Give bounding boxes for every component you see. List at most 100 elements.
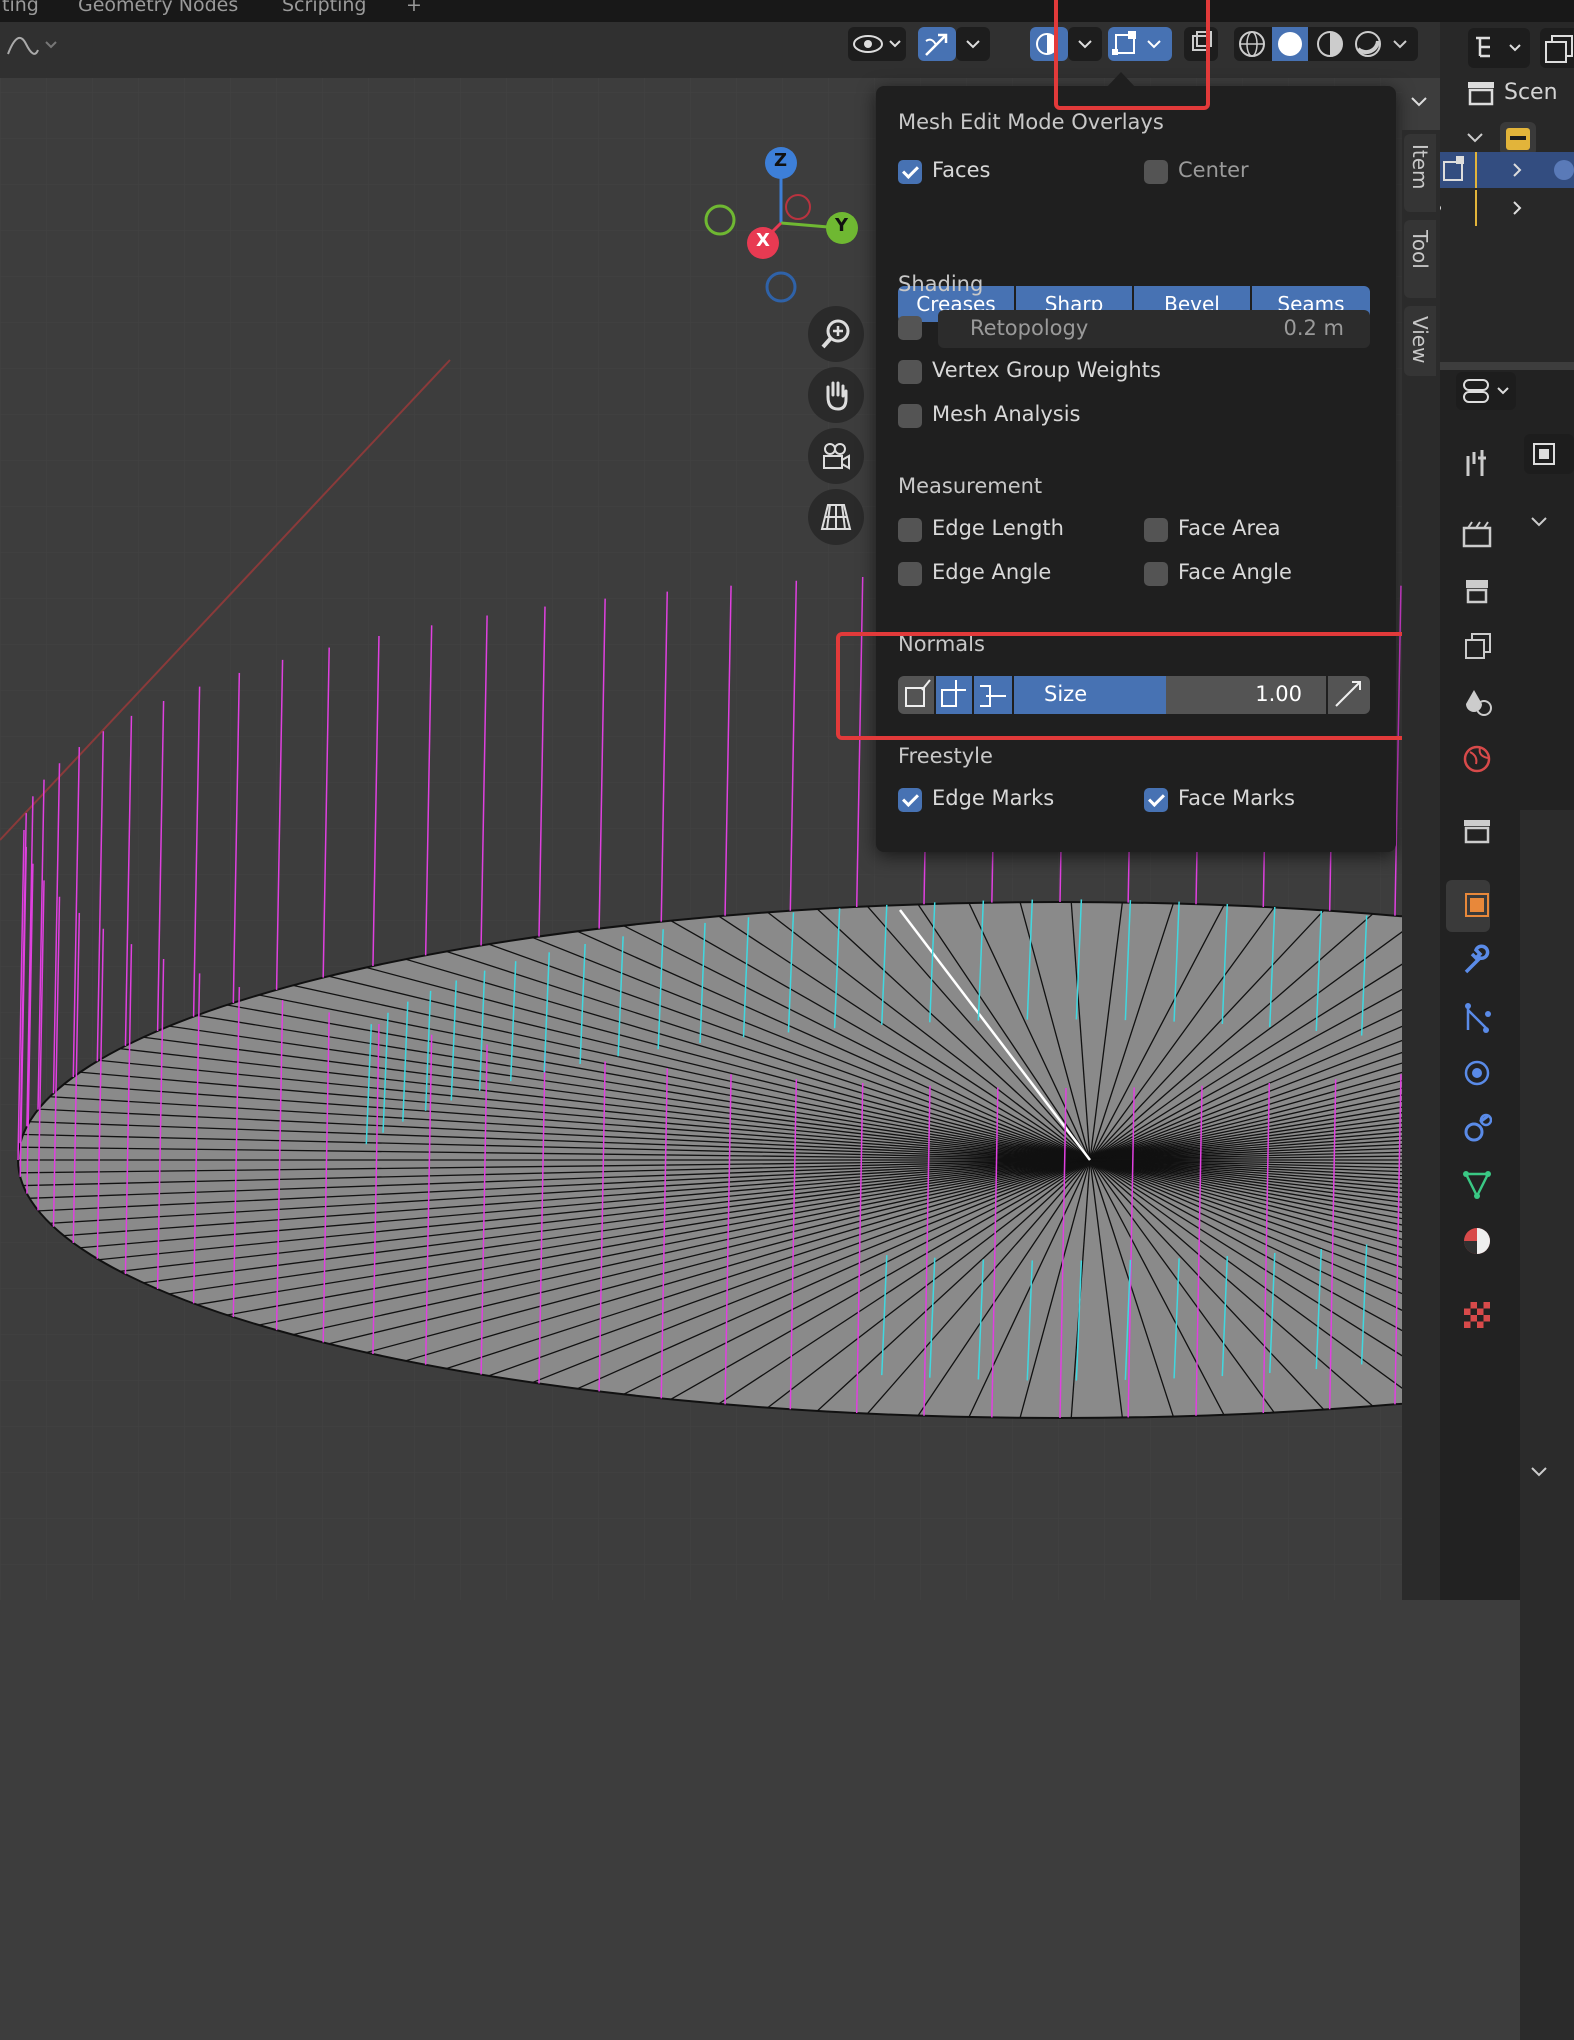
pin-dropdown[interactable] — [1524, 434, 1574, 474]
chevron-right-icon — [1513, 201, 1522, 215]
add-workspace-button[interactable]: + — [406, 0, 422, 16]
sidebar-tab-item[interactable]: Item — [1404, 134, 1436, 212]
gizmo-icon — [925, 33, 948, 56]
scene-icon[interactable] — [1462, 686, 1492, 720]
list-tree-icon — [1476, 36, 1521, 58]
display-mode-dropdown[interactable] — [1468, 28, 1530, 68]
workspace-tabbar: ting Geometry Nodes Scripting + — [0, 0, 1574, 22]
material-shading-icon — [1317, 31, 1343, 57]
highlight-overlay-button — [1054, 0, 1210, 110]
chevron-down-icon — [1393, 40, 1407, 49]
constraints-icon[interactable] — [1462, 1112, 1492, 1146]
camera-view-button[interactable] — [808, 428, 864, 484]
edge-angle-checkbox[interactable] — [898, 562, 922, 586]
outliner-row-mesh[interactable] — [1440, 152, 1574, 188]
mesh-analysis-label: Mesh Analysis — [932, 402, 1081, 426]
solid-shading-icon — [1278, 32, 1302, 56]
world-icon[interactable] — [1462, 742, 1492, 776]
gizmo-toggle[interactable] — [918, 27, 956, 61]
face-area-checkbox[interactable] — [1144, 518, 1168, 542]
sidebar-tab-view[interactable]: View — [1404, 306, 1436, 376]
output-icon[interactable] — [1462, 574, 1492, 608]
tab-workspace-partial[interactable]: ting — [2, 0, 39, 16]
mesh-analysis-checkbox[interactable] — [898, 404, 922, 428]
properties-content — [1520, 810, 1574, 2040]
x-axis-label: X — [756, 230, 770, 251]
face-marks-label: Face Marks — [1178, 786, 1295, 810]
chevron-down-icon — [1411, 97, 1427, 107]
edge-marks-checkbox[interactable] — [898, 788, 922, 812]
eye-icon — [853, 35, 901, 53]
chevron-down-icon — [966, 40, 980, 49]
view-layer-icon[interactable] — [1462, 630, 1492, 664]
y-axis-label: Y — [835, 215, 849, 236]
perspective-toggle-button[interactable] — [808, 489, 864, 545]
physics-icon[interactable] — [1462, 1056, 1492, 1090]
face-angle-label: Face Angle — [1178, 560, 1292, 584]
chevron-right-icon — [1513, 163, 1522, 177]
images-icon — [1545, 35, 1573, 63]
properties-panel — [1440, 370, 1574, 2040]
shading-section-title: Shading — [898, 272, 984, 296]
filter-button[interactable] — [1540, 28, 1574, 68]
tab-geometry-nodes[interactable]: Geometry Nodes — [78, 0, 238, 16]
center-label: Center — [1178, 158, 1249, 182]
texture-icon[interactable] — [1462, 1298, 1492, 1332]
edge-marks-label: Edge Marks — [932, 786, 1055, 810]
zoom-button[interactable] — [808, 306, 864, 362]
material-icon[interactable] — [1462, 1224, 1492, 1258]
navigation-gizmo[interactable]: Z Y X — [700, 145, 870, 305]
modifier-wrench-icon[interactable] — [1462, 944, 1492, 978]
edge-angle-label: Edge Angle — [932, 560, 1052, 584]
edge-length-checkbox[interactable] — [898, 518, 922, 542]
dot-icon — [1435, 205, 1441, 211]
object-frame-icon — [1533, 443, 1555, 465]
z-axis-label: Z — [774, 150, 788, 171]
rendered-shading-icon — [1355, 31, 1381, 57]
gizmo-dropdown[interactable] — [956, 27, 990, 61]
vertex-group-weights-checkbox[interactable] — [898, 360, 922, 384]
mesh-data-icon[interactable] — [1462, 1168, 1492, 1202]
tab-scripting[interactable]: Scripting — [282, 0, 367, 16]
particles-icon[interactable] — [1462, 1000, 1492, 1034]
shading-mode-group — [1234, 27, 1418, 61]
vertex-group-weights-label: Vertex Group Weights — [932, 358, 1161, 382]
chevron-down-icon — [1467, 133, 1483, 143]
editor-type-button[interactable] — [4, 30, 60, 60]
face-angle-checkbox[interactable] — [1144, 562, 1168, 586]
retopology-field[interactable]: Retopology 0.2 m — [938, 310, 1370, 348]
properties-editor-dropdown[interactable] — [1456, 372, 1516, 410]
curve-icon — [7, 36, 57, 55]
render-icon[interactable] — [1462, 518, 1492, 552]
face-marks-checkbox[interactable] — [1144, 788, 1168, 812]
zoom-in-icon — [821, 319, 850, 349]
sidebar-collapse-button[interactable] — [1402, 88, 1436, 118]
outliner-panel: Scen — [1435, 22, 1574, 362]
pan-button[interactable] — [808, 367, 864, 423]
viewport-header — [0, 22, 1440, 78]
measurement-section-title: Measurement — [898, 474, 1043, 498]
scene-label: Scen — [1504, 80, 1558, 105]
wireframe-shading-icon — [1239, 31, 1265, 57]
faces-checkbox[interactable] — [898, 160, 922, 184]
edge-length-label: Edge Length — [932, 516, 1064, 540]
collection-props-icon[interactable] — [1462, 814, 1492, 848]
neg-y-axis-icon — [704, 204, 736, 236]
retopology-label: Retopology — [970, 316, 1089, 340]
mesh-object-icon — [1443, 156, 1464, 181]
chevron-down-icon — [1531, 517, 1547, 527]
chevron-down-icon — [1531, 1467, 1547, 1477]
hand-icon — [826, 381, 848, 411]
center-checkbox[interactable] — [1144, 160, 1168, 184]
faces-label: Faces — [932, 158, 991, 182]
object-icon[interactable] — [1462, 888, 1492, 922]
retopology-checkbox[interactable] — [898, 316, 922, 340]
outliner-row-light[interactable] — [1435, 190, 1574, 226]
freestyle-section-title: Freestyle — [898, 744, 993, 768]
visibility-dropdown[interactable] — [848, 27, 906, 61]
tool-icon[interactable] — [1462, 446, 1492, 480]
sidebar-tab-tool[interactable]: Tool — [1404, 220, 1436, 298]
scene-collection-icon — [1468, 82, 1494, 106]
retopology-value: 0.2 m — [1283, 316, 1344, 340]
properties-toggle-icon — [1463, 379, 1509, 403]
